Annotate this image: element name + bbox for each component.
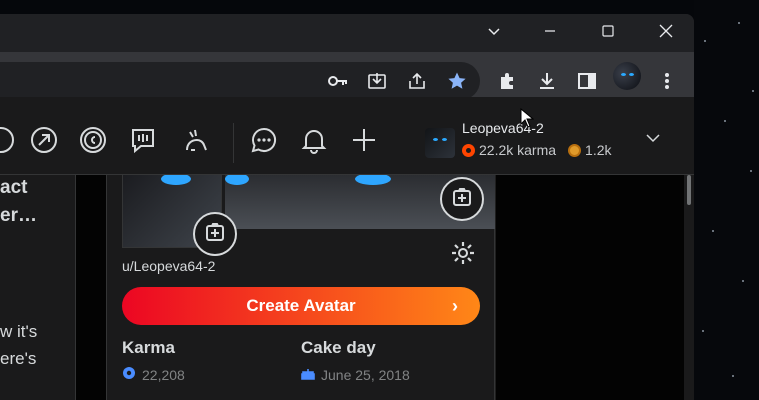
avatar-shop-icon[interactable]	[180, 125, 210, 155]
create-avatar-label: Create Avatar	[246, 296, 356, 315]
karma-count: 22.2k karma	[479, 142, 557, 158]
karma-gear-icon	[122, 366, 136, 383]
rpan-icon[interactable]	[128, 125, 158, 155]
sidepanel-icon[interactable]	[573, 67, 601, 95]
karma-label: Karma	[122, 338, 175, 357]
coin-icon	[568, 143, 582, 157]
banner-eye-right	[355, 175, 391, 185]
coin-count: 1.2k	[585, 142, 612, 158]
chat-icon[interactable]	[249, 125, 279, 155]
scrollbar[interactable]	[684, 175, 694, 400]
add-banner-button[interactable]	[440, 177, 484, 221]
profile-username: u/Leopeva64-2	[122, 258, 216, 274]
user-menu-chevron-icon[interactable]	[645, 130, 661, 151]
user-avatar[interactable]	[425, 128, 455, 158]
cakeday-value: June 25, 2018	[321, 366, 410, 383]
banner-eye-left	[225, 175, 249, 185]
minimize-icon	[544, 24, 556, 42]
karma-icon	[462, 143, 475, 157]
maximize-button[interactable]	[580, 14, 636, 52]
coins-icon[interactable]	[78, 125, 108, 155]
post-text-line-1: w it's	[0, 322, 38, 341]
page-gutter	[76, 175, 106, 400]
mouse-cursor	[520, 107, 535, 133]
scrollbar-thumb[interactable]	[687, 175, 691, 205]
popular-icon[interactable]	[29, 125, 59, 155]
chevron-right-icon: ›	[452, 296, 458, 316]
close-button[interactable]	[638, 14, 694, 52]
header-divider	[233, 123, 234, 163]
chevron-down-icon	[487, 24, 501, 43]
minimize-button[interactable]	[522, 14, 578, 52]
cakeday-stat: June 25, 2018	[301, 366, 410, 383]
left-post-column: act er… w it's ere's	[0, 175, 76, 400]
share-icon[interactable]	[403, 67, 431, 95]
user-stats: 22.2k karma 1.2k	[462, 142, 612, 158]
post-title-line-2[interactable]: er…	[0, 205, 37, 227]
reddit-header	[0, 97, 694, 175]
bell-icon[interactable]	[299, 125, 329, 155]
page-gutter-right	[496, 175, 684, 400]
create-avatar-button[interactable]: Create Avatar ›	[122, 287, 480, 325]
add-image-icon	[204, 221, 226, 248]
plus-icon[interactable]	[349, 125, 379, 155]
close-icon	[659, 24, 673, 43]
avatar-eye	[161, 175, 191, 185]
cake-icon	[301, 366, 315, 383]
karma-stat: 22,208	[122, 366, 185, 383]
star-icon[interactable]	[443, 67, 471, 95]
add-image-icon	[451, 186, 473, 213]
menu-icon[interactable]	[653, 67, 681, 95]
maximize-icon	[602, 24, 614, 42]
title-bar	[0, 14, 694, 52]
download-icon[interactable]	[533, 67, 561, 95]
install-icon[interactable]	[363, 67, 391, 95]
add-avatar-button[interactable]	[193, 212, 237, 256]
cakeday-label: Cake day	[301, 338, 376, 357]
tab-search-button[interactable]	[466, 14, 522, 52]
karma-value: 22,208	[142, 366, 185, 383]
desktop-background	[694, 0, 759, 400]
extensions-icon[interactable]	[493, 67, 521, 95]
key-icon[interactable]	[324, 67, 352, 95]
settings-gear-icon[interactable]	[450, 240, 476, 266]
profile-avatar-button[interactable]	[613, 62, 641, 90]
post-title-line-1[interactable]: act	[0, 177, 27, 199]
post-text-line-2: ere's	[0, 349, 37, 368]
partial-icon[interactable]	[0, 125, 16, 155]
